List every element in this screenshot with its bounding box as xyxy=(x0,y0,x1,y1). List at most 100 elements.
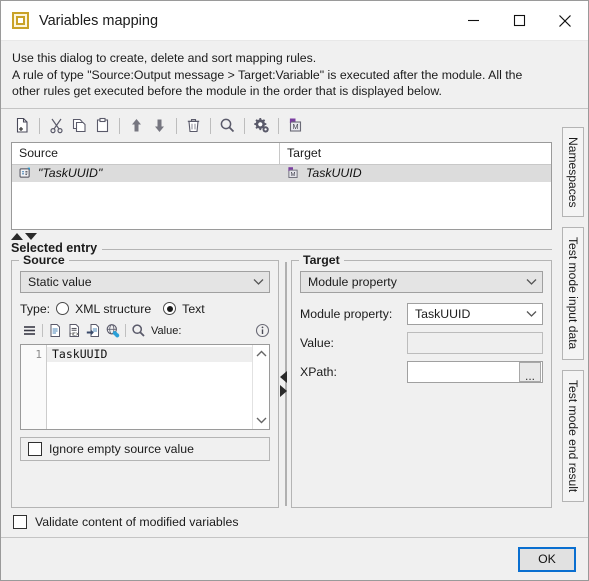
chevron-down-icon xyxy=(247,278,269,286)
module-property-dropdown[interactable]: TaskUUID xyxy=(407,302,543,325)
ok-button[interactable]: OK xyxy=(518,546,576,572)
svg-text:M: M xyxy=(292,124,298,131)
toolbar-separator xyxy=(176,117,177,134)
table-cell-source-text: "TaskUUID" xyxy=(38,166,103,181)
target-pane: Target Module property Module property: xyxy=(291,252,552,508)
title-bar: Variables mapping xyxy=(1,1,588,41)
validate-content-checkbox[interactable] xyxy=(13,515,27,529)
validate-content-label: Validate content of modified variables xyxy=(35,515,239,529)
paste-icon[interactable] xyxy=(91,115,113,137)
target-type-dropdown[interactable]: Module property xyxy=(300,270,543,293)
scroll-up-arrow[interactable] xyxy=(256,347,267,361)
copy-icon[interactable] xyxy=(68,115,90,137)
radio-text-label[interactable]: Text xyxy=(182,302,205,316)
xpath-row: XPath: ... xyxy=(300,360,543,383)
target-legend: Target xyxy=(299,252,344,267)
vertical-splitter[interactable] xyxy=(279,260,291,508)
entry-panes: Source Static value Type: XML structure … xyxy=(11,250,552,508)
close-button[interactable] xyxy=(542,1,588,40)
toolbar-separator xyxy=(210,117,211,134)
target-value-input xyxy=(407,331,543,354)
ignore-empty-source-row[interactable]: Ignore empty source value xyxy=(20,436,270,461)
xpath-input[interactable]: ... xyxy=(407,360,543,383)
table-header: Source Target xyxy=(12,142,551,165)
table-row[interactable]: "TaskUUID" M TaskUUID xyxy=(12,164,551,182)
selected-entry-group: Selected entry Source Static value Type:… xyxy=(11,240,552,508)
xpath-browse-button[interactable]: ... xyxy=(519,361,541,382)
table-cell-target[interactable]: M TaskUUID xyxy=(280,165,551,182)
dialog-body: M Source Target "TaskUUID" M TaskUUID Se… xyxy=(1,109,588,537)
svg-text:HEX: HEX xyxy=(69,332,78,337)
minimize-button[interactable] xyxy=(450,1,496,40)
hex-view-icon[interactable]: HEX xyxy=(65,321,84,340)
plain-text-icon[interactable] xyxy=(46,321,65,340)
url-link-icon[interactable] xyxy=(103,321,122,340)
source-type-radio-row: Type: XML structure Text xyxy=(20,302,270,316)
collapse-left-arrow[interactable] xyxy=(280,370,287,383)
description-line-3: other rules get executed before the modu… xyxy=(12,84,442,99)
toolbar-separator xyxy=(39,117,40,134)
module-property-value: TaskUUID xyxy=(415,306,471,321)
target-type-value: Module property xyxy=(308,274,397,289)
source-legend: Source xyxy=(19,252,69,267)
collapse-down-arrow[interactable] xyxy=(25,233,37,241)
dialog-description: Use this dialog to create, delete and so… xyxy=(1,41,588,109)
rules-toolbar: M xyxy=(1,109,562,142)
find-icon[interactable] xyxy=(129,321,148,340)
editor-line[interactable]: TaskUUID xyxy=(47,346,252,362)
cut-icon[interactable] xyxy=(45,115,67,137)
source-value-editor[interactable]: 1 TaskUUID xyxy=(20,343,270,430)
move-down-icon[interactable] xyxy=(148,115,170,137)
toolbar-separator xyxy=(119,117,120,134)
rules-table[interactable]: Source Target "TaskUUID" M TaskUUID xyxy=(11,141,552,230)
tab-test-mode-end-result[interactable]: Test mode end result xyxy=(562,369,584,502)
column-header-source[interactable]: Source xyxy=(12,142,280,164)
delete-icon[interactable] xyxy=(182,115,204,137)
module-property-icon[interactable]: M xyxy=(284,115,306,137)
value-row: Value: xyxy=(300,331,543,354)
ignore-empty-source-checkbox[interactable] xyxy=(28,441,42,456)
table-cell-source[interactable]: "TaskUUID" xyxy=(12,165,280,182)
import-file-icon[interactable] xyxy=(84,321,103,340)
radio-xml-structure-label[interactable]: XML structure xyxy=(75,302,151,316)
editor-scrollbar[interactable] xyxy=(252,344,269,429)
window-title: Variables mapping xyxy=(39,12,159,29)
chevron-down-icon xyxy=(520,310,542,318)
tab-namespaces[interactable]: Namespaces xyxy=(562,126,584,218)
move-up-icon[interactable] xyxy=(125,115,147,137)
target-value-label: Value: xyxy=(300,335,334,350)
source-type-value: Static value xyxy=(28,274,92,289)
description-line-2: A rule of type "Source:Output message > … xyxy=(12,67,523,82)
source-value-toolbar: HEX Value: xyxy=(20,321,270,341)
module-property-row: Module property: TaskUUID xyxy=(300,302,543,325)
tab-test-mode-input-data[interactable]: Test mode input data xyxy=(562,227,584,360)
source-type-dropdown[interactable]: Static value xyxy=(20,270,270,293)
radio-text[interactable] xyxy=(163,302,177,316)
variables-mapping-dialog: Variables mapping Use this dialog to cre… xyxy=(0,0,589,581)
search-icon[interactable] xyxy=(216,115,238,137)
new-rule-icon[interactable] xyxy=(11,115,33,137)
settings-icon[interactable] xyxy=(250,115,272,137)
radio-xml-structure[interactable] xyxy=(56,302,70,316)
editor-gutter: 1 xyxy=(21,344,47,429)
collapse-right-arrow[interactable] xyxy=(280,384,287,397)
toolbar-separator xyxy=(244,117,245,134)
ignore-empty-source-label: Ignore empty source value xyxy=(49,441,194,456)
scroll-down-arrow[interactable] xyxy=(256,413,267,427)
wrap-lines-icon[interactable] xyxy=(20,321,39,340)
column-header-target[interactable]: Target xyxy=(280,143,551,164)
collapse-up-arrow[interactable] xyxy=(11,233,23,241)
validate-content-row[interactable]: Validate content of modified variables xyxy=(13,515,552,529)
module-property-label: Module property: xyxy=(300,306,393,321)
type-label: Type: xyxy=(20,301,51,316)
description-line-1: Use this dialog to create, delete and so… xyxy=(12,51,317,65)
table-cell-target-text: TaskUUID xyxy=(306,166,362,181)
source-pane: Source Static value Type: XML structure … xyxy=(11,252,279,508)
editor-code-area[interactable]: TaskUUID xyxy=(47,345,252,429)
maximize-button[interactable] xyxy=(496,1,542,40)
static-value-icon xyxy=(18,166,32,180)
value-label: Value: xyxy=(151,324,182,337)
variables-mapping-icon xyxy=(12,12,29,29)
dialog-footer: OK xyxy=(1,537,588,580)
info-icon[interactable] xyxy=(255,323,270,338)
